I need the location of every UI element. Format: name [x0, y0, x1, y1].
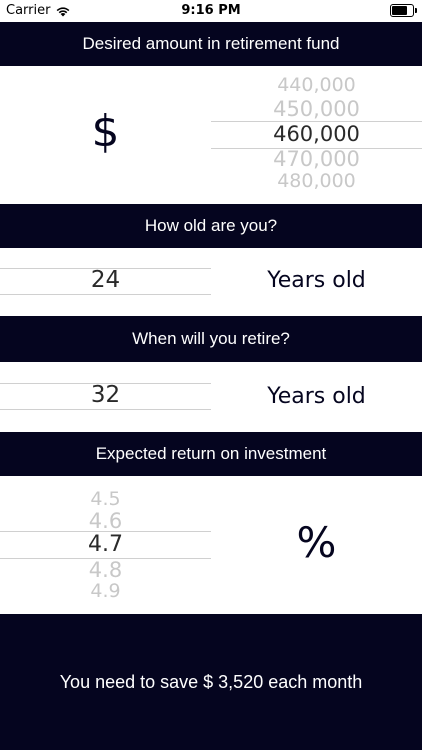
age-header: How old are you?	[0, 204, 422, 248]
status-bar: Carrier 9:16 PM	[0, 0, 422, 22]
percent-sign: %	[296, 518, 337, 567]
dollar-sign: $	[91, 106, 120, 157]
picker-row[interactable]: 4.8	[0, 558, 211, 582]
retirement-fund-header: Desired amount in retirement fund	[0, 22, 422, 66]
age-section: 24 Years old	[0, 248, 422, 316]
age-unit-label: Years old	[267, 268, 366, 293]
picker-selected-row[interactable]: 32	[0, 382, 211, 408]
status-time: 9:16 PM	[181, 3, 241, 18]
return-picker[interactable]: 4.5 4.6 4.7 4.8 4.9	[0, 476, 211, 614]
picker-selection-bottom-line	[0, 294, 211, 295]
picker-row[interactable]: 480,000	[211, 170, 422, 192]
return-header: Expected return on investment	[0, 432, 422, 476]
battery-icon	[390, 4, 417, 17]
picker-row[interactable]: 4.5	[0, 488, 211, 510]
retire-age-section: 32 Years old	[0, 362, 422, 432]
picker-row[interactable]: 440,000	[211, 74, 422, 96]
amount-picker[interactable]: 440,000 450,000 460,000 470,000 480,000	[211, 66, 422, 204]
retirement-fund-header-label: Desired amount in retirement fund	[82, 34, 340, 53]
retire-age-unit-label: Years old	[267, 384, 366, 409]
picker-row[interactable]: 4.6	[0, 509, 211, 533]
return-section: 4.5 4.6 4.7 4.8 4.9 %	[0, 476, 422, 614]
age-header-label: How old are you?	[144, 216, 278, 235]
monthly-savings-result: You need to save $ 3,520 each month	[59, 671, 363, 692]
picker-selected-row[interactable]: 4.7	[0, 532, 211, 557]
picker-selected-row[interactable]: 24	[0, 267, 211, 293]
picker-row[interactable]: 4.9	[0, 580, 211, 602]
picker-selection-bottom-line	[0, 409, 211, 410]
return-header-label: Expected return on investment	[95, 444, 327, 463]
retirement-fund-section: $ 440,000 450,000 460,000 470,000 480,00…	[0, 66, 422, 204]
retire-age-header: When will you retire?	[0, 316, 422, 362]
retire-age-header-label: When will you retire?	[132, 329, 290, 348]
picker-selected-row[interactable]: 460,000	[211, 122, 422, 146]
retire-age-picker[interactable]: 32	[0, 362, 211, 432]
age-picker[interactable]: 24	[0, 248, 211, 316]
result-panel: You need to save $ 3,520 each month	[0, 614, 422, 750]
picker-row[interactable]: 470,000	[211, 147, 422, 171]
picker-row[interactable]: 450,000	[211, 97, 422, 121]
